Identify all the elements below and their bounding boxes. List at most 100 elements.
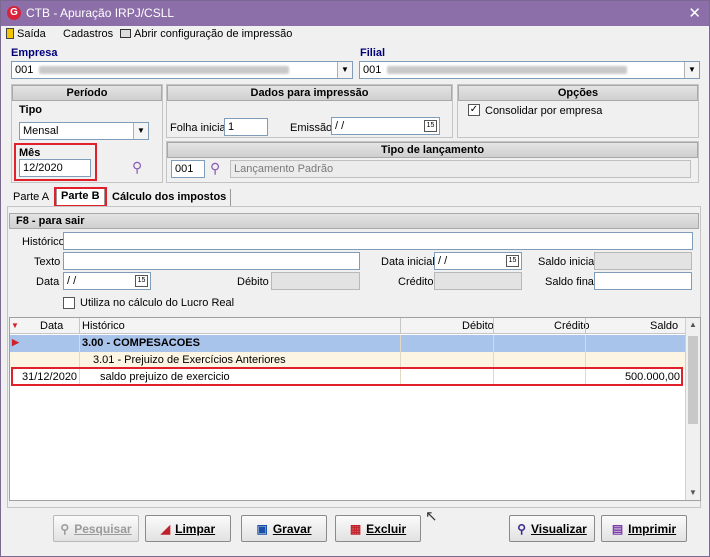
trash-icon: ▦	[349, 521, 362, 536]
emission-date-value: / /	[335, 120, 345, 132]
company-select[interactable]: 001 ▼	[11, 61, 353, 79]
save-button-label: Gravar	[272, 521, 312, 536]
calendar-icon[interactable]: 15	[135, 275, 148, 287]
date-value: / /	[67, 275, 77, 287]
final-balance-label: Saldo final	[545, 276, 597, 288]
floppy-disk-icon: ▣	[256, 521, 268, 536]
mouse-cursor-icon: ↖	[425, 508, 438, 525]
debit-label: Débito	[237, 276, 269, 288]
initial-sheet-input[interactable]: 1	[224, 118, 268, 136]
entry-type-description: Lançamento Padrão	[230, 160, 691, 178]
printer-icon: ▤	[611, 521, 624, 536]
initial-sheet-label: Folha inicial	[170, 122, 229, 134]
delete-button-label: Excluir	[366, 521, 407, 536]
entry-type-code-input[interactable]: 001	[171, 160, 205, 178]
delete-button[interactable]: ▦ Excluir	[335, 515, 421, 542]
credit-input	[434, 272, 522, 290]
real-profit-label: Utiliza no cálculo do Lucro Real	[80, 297, 235, 309]
scroll-thumb[interactable]	[688, 336, 698, 424]
tab-calculo-impostos[interactable]: Cálculo dos impostos	[108, 189, 232, 207]
close-icon[interactable]: ✕	[688, 4, 701, 22]
exit-door-icon	[6, 28, 14, 39]
company-value: 001	[15, 64, 34, 76]
save-button[interactable]: ▣ Gravar	[241, 515, 327, 542]
entries-table[interactable]: ▼ Data Histórico Débito Crédito Saldo ▶ …	[9, 317, 701, 501]
tab-parte-a[interactable]: Parte A	[9, 189, 53, 207]
search-button-label: Pesquisar	[74, 521, 132, 536]
column-header-history[interactable]: Histórico	[82, 320, 125, 332]
row-highlight	[11, 367, 683, 386]
chevron-down-icon[interactable]: ▼	[337, 62, 352, 78]
print-config-menu[interactable]: Abrir configuração de impressão	[120, 28, 292, 40]
search-button[interactable]: ⚲ Pesquisar	[53, 515, 139, 542]
eraser-icon: ◢	[160, 521, 171, 536]
real-profit-checkbox[interactable]	[63, 297, 75, 309]
text-input[interactable]	[63, 252, 360, 270]
column-divider	[400, 318, 401, 334]
chevron-down-icon[interactable]: ▼	[684, 62, 699, 78]
history-input[interactable]	[63, 232, 693, 250]
entry-type-header: Tipo de lançamento	[167, 142, 698, 158]
magnifier-icon: ⚲	[517, 521, 526, 536]
period-type-select[interactable]: Mensal ▼	[19, 122, 149, 140]
period-header: Período	[12, 85, 162, 101]
scroll-down-icon[interactable]: ▼	[686, 486, 700, 500]
branch-label: Filial	[360, 47, 386, 59]
period-type-label: Tipo	[19, 104, 43, 116]
table-header: ▼ Data Histórico Débito Crédito Saldo	[10, 318, 686, 334]
column-header-debit[interactable]: Débito	[462, 320, 494, 332]
branch-value: 001	[363, 64, 382, 76]
initial-balance-label: Saldo inicial	[538, 256, 597, 268]
app-window: G CTB - Apuração IRPJ/CSLL ✕ Saída Cadas…	[0, 0, 710, 557]
initial-balance-input	[594, 252, 692, 270]
column-header-balance[interactable]: Saldo	[650, 320, 678, 332]
search-icon: ⚲	[60, 521, 70, 536]
calendar-icon[interactable]: 15	[506, 255, 519, 267]
f8-exit-header: F8 - para sair	[9, 213, 699, 229]
clear-button[interactable]: ◢ Limpar	[145, 515, 231, 542]
column-divider	[79, 318, 80, 334]
menu-bar: Saída Cadastros Abrir configuração de im…	[1, 26, 709, 45]
month-input[interactable]: 12/2020	[19, 159, 91, 177]
month-label: Mês	[19, 147, 41, 159]
company-label: Empresa	[11, 47, 58, 59]
text-label: Texto	[34, 256, 61, 268]
print-button-label: Imprimir	[628, 521, 677, 536]
chevron-down-icon[interactable]: ▼	[133, 123, 148, 139]
view-button[interactable]: ⚲ Visualizar	[509, 515, 595, 542]
branch-name-redacted	[387, 66, 628, 75]
consolidate-checkbox[interactable]: ✓	[468, 104, 480, 116]
title-bar[interactable]: G CTB - Apuração IRPJ/CSLL ✕	[1, 1, 709, 26]
row-pointer-icon: ▶	[12, 337, 19, 347]
calendar-icon[interactable]: 15	[424, 120, 437, 132]
column-divider	[493, 318, 494, 334]
debit-input	[271, 272, 360, 290]
start-date-label: Data inicial	[381, 256, 435, 268]
printer-icon	[120, 29, 131, 38]
branch-select[interactable]: 001 ▼	[359, 61, 700, 79]
sort-indicator-icon: ▼	[11, 321, 19, 330]
clear-button-label: Limpar	[175, 521, 216, 536]
search-icon[interactable]: ⚲	[210, 160, 220, 177]
emission-date-input[interactable]: / / 15	[331, 117, 440, 135]
start-date-input[interactable]: / / 15	[434, 252, 522, 270]
column-header-date[interactable]: Data	[40, 320, 63, 332]
print-button[interactable]: ▤ Imprimir	[601, 515, 687, 542]
print-data-header: Dados para impressão	[167, 85, 452, 101]
row-history: 3.00 - COMPESACOES	[82, 337, 200, 349]
credit-label: Crédito	[398, 276, 434, 288]
app-logo-icon: G	[7, 6, 21, 20]
history-label: Histórico	[22, 236, 65, 248]
consolidate-label: Consolidar por empresa	[485, 105, 603, 117]
final-balance-input[interactable]	[594, 272, 692, 290]
exit-menu[interactable]: Saída	[6, 28, 46, 40]
options-header: Opções	[458, 85, 698, 101]
date-input[interactable]: / / 15	[63, 272, 151, 290]
company-name-redacted	[39, 66, 290, 75]
search-icon[interactable]: ⚲	[132, 159, 142, 176]
emission-label: Emissão	[290, 122, 333, 134]
scroll-up-icon[interactable]: ▲	[686, 318, 700, 332]
row-history: 3.01 - Prejuizo de Exercícios Anteriores	[93, 354, 286, 366]
table-scrollbar[interactable]: ▲ ▼	[685, 318, 700, 500]
registers-menu[interactable]: Cadastros	[63, 28, 113, 40]
